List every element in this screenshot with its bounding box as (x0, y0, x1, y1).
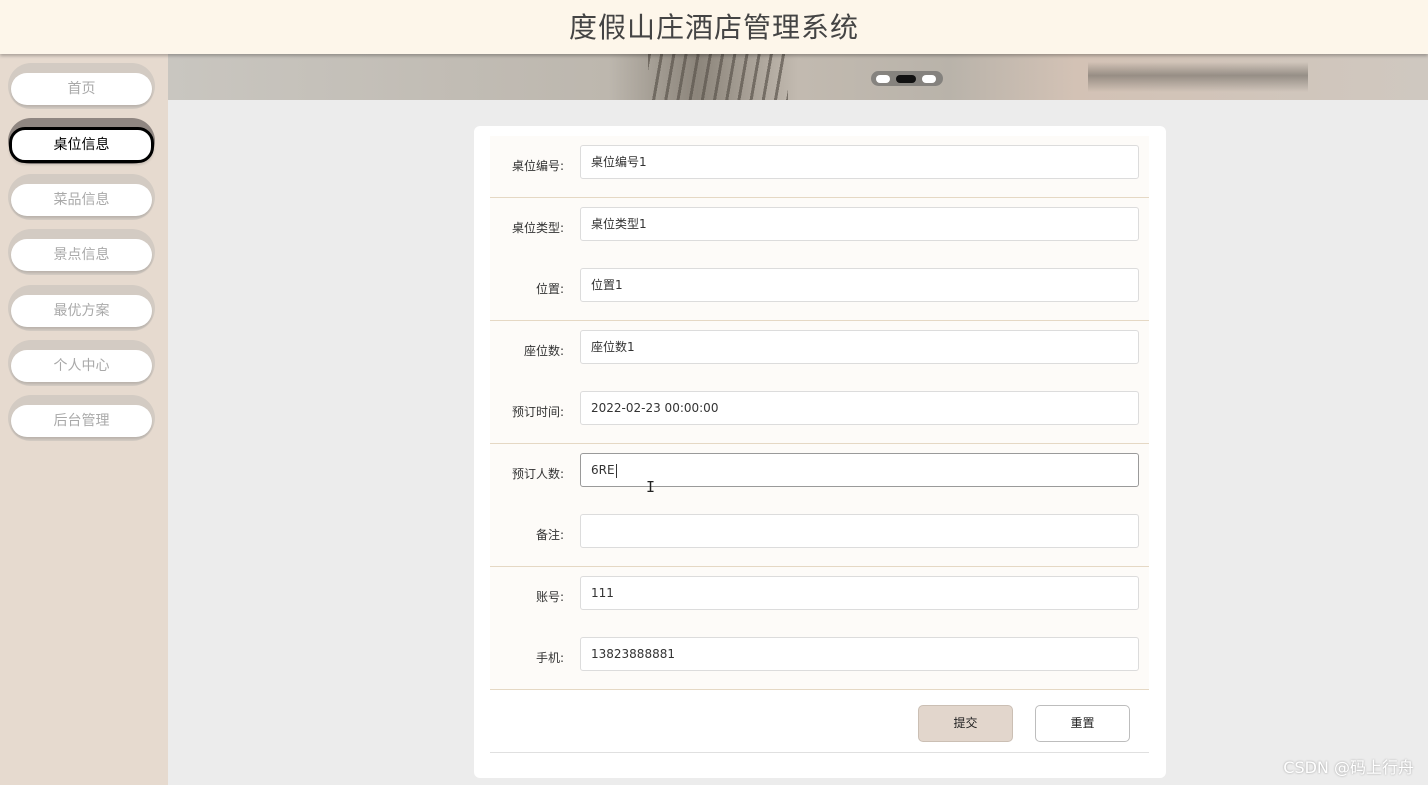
sidebar-item-admin[interactable]: 后台管理 (8, 395, 155, 441)
banner-image-detail (1088, 62, 1308, 92)
form-row: 桌位编号: 桌位编号1 (490, 136, 1149, 198)
banner-image-detail (648, 54, 788, 100)
seat-count-input[interactable]: 座位数1 (580, 330, 1139, 364)
form-row: 账号: 111 (490, 567, 1149, 629)
remark-label: 备注: (535, 528, 564, 542)
form-row: 预订时间: 2022-02-23 00:00:00 (490, 382, 1149, 444)
sidebar-item-label[interactable]: 首页 (11, 73, 152, 105)
guest-count-input[interactable]: 6RE (580, 453, 1139, 487)
sidebar-item-best-plan[interactable]: 最优方案 (8, 285, 155, 331)
guest-count-label: 预订人数: (511, 467, 564, 481)
table-type-label: 桌位类型: (511, 221, 564, 235)
sidebar-item-label[interactable]: 菜品信息 (11, 184, 152, 216)
form-row: 手机: 13823888881 (490, 628, 1149, 690)
table-booking-form: 桌位编号: 桌位编号1 桌位类型: 桌位类型1 位置: 位置1 座位数: 座位数… (474, 126, 1166, 778)
text-cursor-icon: I (646, 478, 656, 496)
location-input[interactable]: 位置1 (580, 268, 1139, 302)
carousel-indicator (871, 71, 943, 86)
location-label: 位置: (535, 282, 564, 296)
seat-count-label: 座位数: (523, 344, 564, 358)
banner-carousel (168, 54, 1428, 100)
carousel-dot-active[interactable] (896, 75, 916, 83)
reset-button[interactable]: 重置 (1035, 705, 1130, 742)
page-title: 度假山庄酒店管理系统 (568, 11, 859, 44)
text-caret (615, 463, 617, 478)
sidebar-item-label[interactable]: 最优方案 (11, 295, 152, 327)
booking-time-label: 预订时间: (511, 405, 564, 419)
watermark: CSDN @码上行舟 (1283, 758, 1414, 777)
account-input[interactable]: 111 (580, 576, 1139, 610)
carousel-dot[interactable] (876, 75, 890, 83)
sidebar-item-label[interactable]: 后台管理 (11, 405, 152, 437)
remark-input[interactable] (580, 514, 1139, 548)
account-label: 账号: (535, 590, 564, 604)
table-number-input[interactable]: 桌位编号1 (580, 145, 1139, 179)
form-actions: 提交 重置 (490, 688, 1149, 753)
table-type-input[interactable]: 桌位类型1 (580, 207, 1139, 241)
phone-input[interactable]: 13823888881 (580, 637, 1139, 671)
sidebar-item-dish-info[interactable]: 菜品信息 (8, 174, 155, 220)
form-row: 桌位类型: 桌位类型1 (490, 198, 1149, 260)
sidebar-item-profile[interactable]: 个人中心 (8, 340, 155, 386)
app-header: 度假山庄酒店管理系统 (0, 0, 1428, 54)
phone-label: 手机: (535, 651, 564, 665)
submit-button[interactable]: 提交 (918, 705, 1013, 742)
form-row: 备注: (490, 505, 1149, 567)
form-row: 预订人数: 6RE (490, 444, 1149, 506)
sidebar-item-label[interactable]: 个人中心 (11, 350, 152, 382)
sidebar: 首页 桌位信息 菜品信息 景点信息 最优方案 个人中心 后台管理 (0, 54, 168, 785)
sidebar-item-table-info[interactable]: 桌位信息 (8, 118, 155, 164)
booking-time-input[interactable]: 2022-02-23 00:00:00 (580, 391, 1139, 425)
form-row: 座位数: 座位数1 (490, 321, 1149, 383)
carousel-dot[interactable] (922, 75, 936, 83)
guest-count-value: 6RE (591, 463, 615, 477)
sidebar-item-label[interactable]: 景点信息 (11, 239, 152, 271)
table-number-label: 桌位编号: (511, 159, 564, 173)
sidebar-item-label[interactable]: 桌位信息 (9, 127, 154, 163)
form-row: 位置: 位置1 (490, 259, 1149, 321)
sidebar-item-attraction-info[interactable]: 景点信息 (8, 229, 155, 275)
sidebar-item-home[interactable]: 首页 (8, 63, 155, 109)
